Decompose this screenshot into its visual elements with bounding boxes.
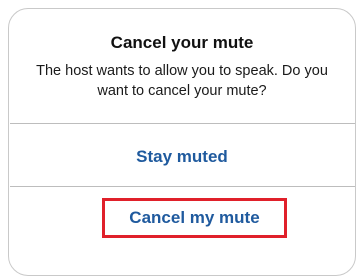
divider xyxy=(10,186,355,187)
unmute-request-dialog: Cancel your mute The host wants to allow… xyxy=(8,8,356,276)
dialog-message: The host wants to allow you to speak. Do… xyxy=(36,63,328,99)
cancel-my-mute-button[interactable]: Cancel my mute xyxy=(129,207,259,229)
highlight-box: Cancel my mute xyxy=(102,198,287,238)
stay-muted-button[interactable]: Stay muted xyxy=(9,146,355,168)
divider xyxy=(10,123,355,124)
dialog-title: Cancel your mute xyxy=(110,33,254,52)
